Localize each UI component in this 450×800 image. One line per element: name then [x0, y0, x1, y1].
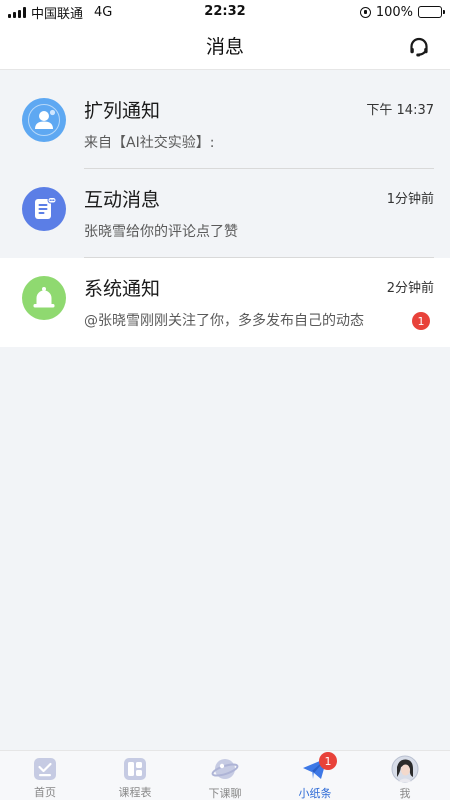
status-right: 100%: [359, 0, 445, 24]
tab-badge: 1: [319, 752, 337, 770]
page-title: 消息: [205, 36, 244, 58]
battery-icon: [418, 6, 445, 18]
headset-icon[interactable]: [406, 34, 432, 60]
message-preview: 张晓雪给你的评论点了赞: [84, 224, 238, 240]
message-item-system[interactable]: 系统通知 2分钟前 @张晓雪刚刚关注了你，多多发布自己的动态 1: [0, 258, 450, 347]
tab-timetable[interactable]: 课程表: [90, 751, 180, 800]
user-contact-icon: [22, 98, 66, 142]
status-bar: 中国联通 4G 22:32 100%: [0, 0, 450, 24]
message-preview: @张晓雪刚刚关注了你，多多发布自己的动态: [84, 313, 364, 329]
tab-label: 我: [399, 787, 411, 800]
tab-home[interactable]: 首页: [0, 751, 90, 800]
message-item-friend-notice[interactable]: 扩列通知 下午 14:37 来自【AI社交实验】:: [0, 80, 450, 169]
tab-label: 小纸条: [298, 787, 332, 800]
tab-me[interactable]: 我: [360, 751, 450, 800]
orientation-lock-icon: [359, 6, 371, 18]
tab-label: 课程表: [118, 786, 152, 799]
profile-avatar: [391, 755, 419, 783]
message-preview: 来自【AI社交实验】:: [84, 135, 215, 151]
message-item-interaction[interactable]: 互动消息 1分钟前 张晓雪给你的评论点了赞: [0, 169, 450, 258]
home-icon: [31, 755, 59, 782]
message-time: 下午 14:37: [366, 103, 434, 118]
tab-label: 首页: [34, 786, 56, 799]
unread-badge: 1: [412, 312, 430, 330]
message-time: 1分钟前: [386, 192, 434, 207]
message-list: 扩列通知 下午 14:37 来自【AI社交实验】: 互动消息 1分钟前 张晓雪给…: [0, 80, 450, 347]
bell-icon: [22, 276, 66, 320]
tab-bar: 首页 课程表 下课聊 小纸条 1 我: [0, 750, 450, 800]
message-title: 系统通知: [84, 278, 161, 300]
message-title: 扩列通知: [84, 100, 161, 122]
tab-label: 下课聊: [208, 787, 242, 800]
tab-chat[interactable]: 下课聊: [180, 751, 270, 800]
tab-notes[interactable]: 小纸条 1: [270, 751, 360, 800]
message-title: 互动消息: [84, 189, 161, 211]
nav-bar: 消息: [0, 24, 450, 70]
planet-icon: [211, 755, 239, 783]
timetable-icon: [121, 755, 149, 782]
message-time: 2分钟前: [386, 281, 434, 296]
battery-percent: 100%: [375, 4, 413, 20]
chat-document-icon: [22, 187, 66, 231]
